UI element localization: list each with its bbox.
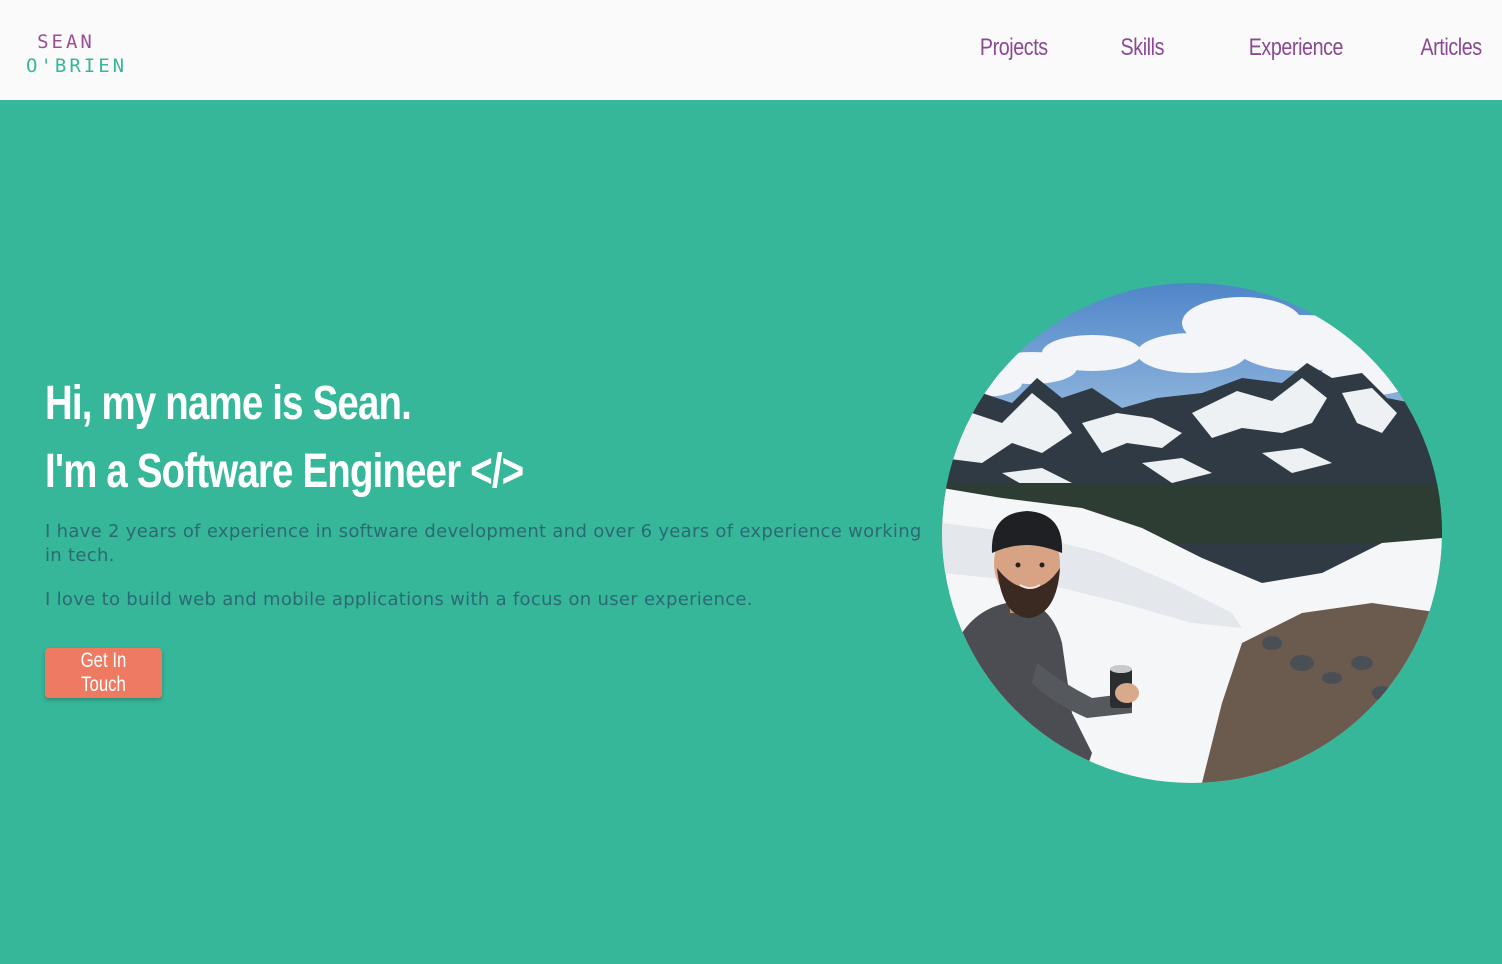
profile-photo-illustration: [942, 283, 1442, 783]
get-in-touch-button[interactable]: Get In Touch: [45, 648, 162, 698]
logo-first-name: SEAN: [37, 31, 95, 53]
nav-link-skills[interactable]: Skills: [1121, 34, 1165, 62]
bio-paragraph-experience: I have 2 years of experience in software…: [45, 521, 922, 566]
hero-headline: Hi, my name is Sean. I'm a Software Engi…: [45, 370, 524, 506]
get-in-touch-label: Get In Touch: [80, 649, 127, 696]
main-nav: Projects Skills Experience Articles: [965, 34, 1482, 62]
site-logo[interactable]: SEAN O'BRIEN: [26, 30, 128, 78]
nav-link-experience[interactable]: Experience: [1249, 34, 1344, 62]
hero-section: Hi, my name is Sean. I'm a Software Engi…: [0, 100, 1502, 964]
hero-bio: I have 2 years of experience in software…: [45, 520, 925, 632]
bio-paragraph-focus: I love to build web and mobile applicati…: [45, 589, 753, 610]
profile-photo: [942, 283, 1442, 783]
headline-greeting: Hi, my name is Sean.: [45, 377, 412, 430]
headline-role: I'm a Software Engineer </>: [45, 445, 524, 498]
navbar: SEAN O'BRIEN Projects Skills Experience …: [0, 0, 1502, 100]
nav-link-articles[interactable]: Articles: [1421, 34, 1483, 62]
logo-last-name: O'BRIEN: [26, 55, 128, 77]
nav-link-projects[interactable]: Projects: [979, 34, 1047, 62]
